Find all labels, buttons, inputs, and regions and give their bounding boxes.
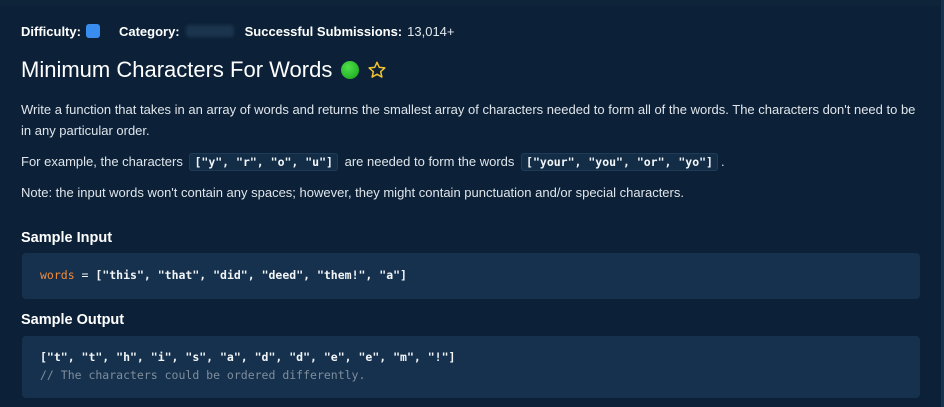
difficulty-label: Difficulty: [21, 23, 81, 39]
submissions-count: 13,014+ [407, 23, 455, 39]
sample-output-comment: // The characters could be ordered diffe… [40, 368, 366, 382]
sample-input-code: words = ["this", "that", "did", "deed", … [22, 253, 920, 299]
question-panel: Difficulty: Category: Successful Submiss… [0, 0, 944, 407]
question-description: Write a function that takes in an array … [21, 102, 916, 138]
category-label: Category: [118, 23, 180, 39]
difficulty-badge [85, 24, 100, 38]
sample-input-heading: Sample Input [21, 230, 113, 246]
question-title: Minimum Characters For Words [21, 57, 333, 82]
example-middle: are needed to form the words [344, 154, 515, 169]
example-chars-code: ["y", "r", "o", "u"] [189, 153, 338, 171]
sample-input-var: words [40, 268, 75, 282]
question-meta: Difficulty: Category: Successful Submiss… [21, 22, 455, 40]
category-value-blurred [185, 25, 234, 37]
sample-input-assign: = [74, 268, 96, 282]
example-prefix: For example, the characters [21, 154, 183, 169]
sample-output-value: ["t", "t", "h", "i", "s", "a", "d", "d",… [40, 350, 456, 364]
question-note: Note: the input words won't contain any … [21, 185, 684, 200]
sample-output-code: ["t", "t", "h", "i", "s", "a", "d", "d",… [22, 336, 920, 398]
sample-output-heading: Sample Output [21, 312, 125, 328]
question-example: For example, the characters ["y", "r", "… [21, 151, 921, 173]
star-outline-icon[interactable] [367, 60, 387, 80]
title-row: Minimum Characters For Words [21, 57, 387, 83]
submissions-label: Successful Submissions: [244, 23, 403, 39]
sample-input-value: ["this", "that", "did", "deed", "them!",… [95, 268, 407, 282]
completed-status-icon [341, 61, 360, 79]
example-suffix: . [720, 154, 725, 169]
example-words-code: ["your", "you", "or", "yo"] [521, 153, 718, 171]
top-divider [0, 0, 944, 6]
